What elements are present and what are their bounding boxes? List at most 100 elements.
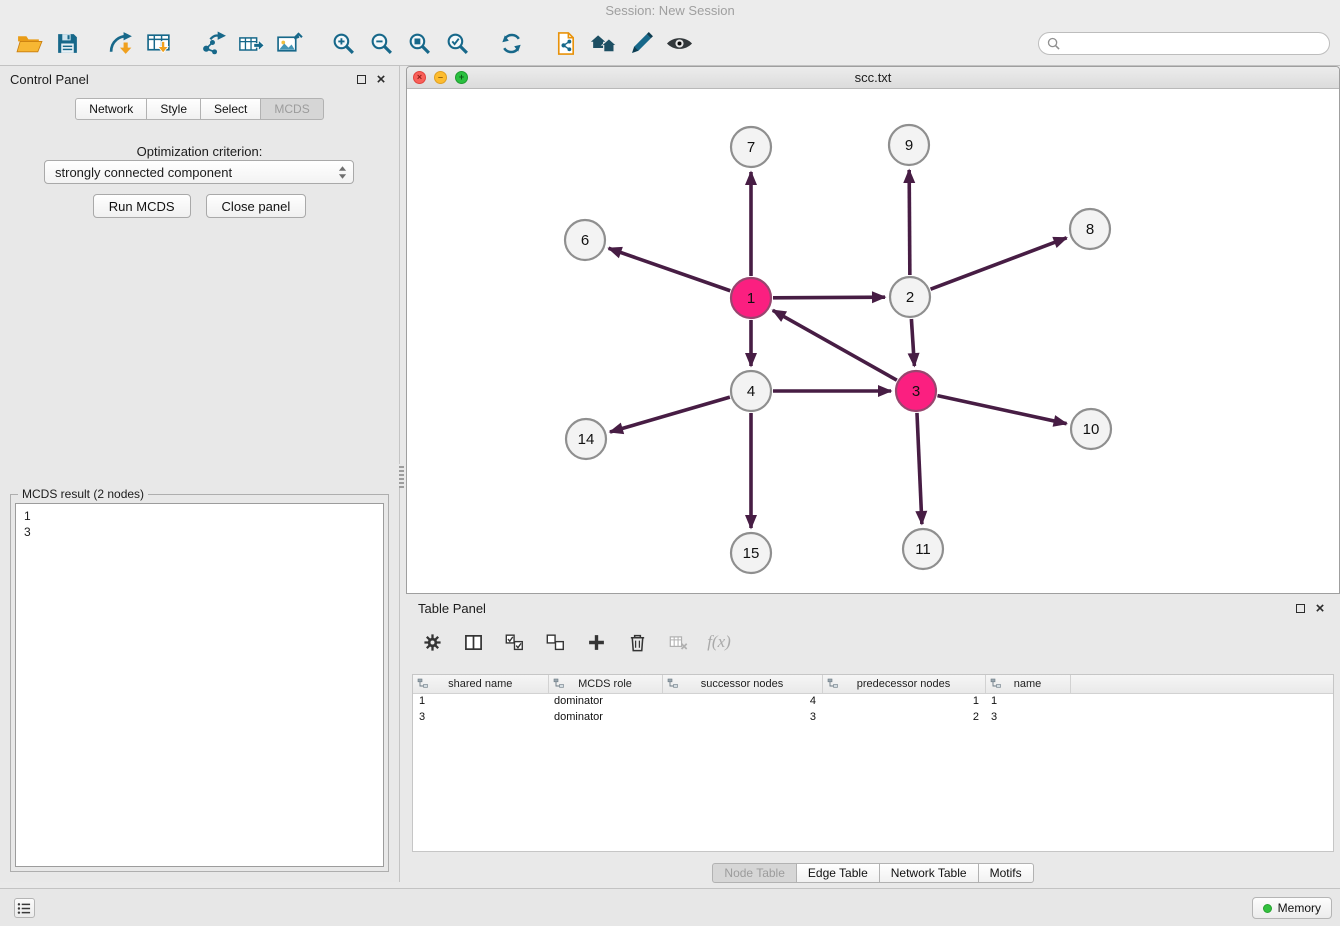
table-row[interactable]: 1dominator411 (413, 693, 1333, 709)
main-toolbar (0, 22, 1340, 66)
open-folder-icon[interactable] (10, 26, 48, 62)
float-panel-icon[interactable] (353, 71, 369, 87)
window-title: Session: New Session (0, 0, 1340, 22)
column-header-name[interactable]: name (985, 675, 1070, 693)
zoom-out-icon[interactable] (362, 26, 400, 62)
graph-node-3[interactable]: 3 (896, 371, 936, 411)
search-input[interactable] (1065, 37, 1321, 51)
status-bar: Memory (0, 888, 1340, 926)
tab-select[interactable]: Select (200, 98, 261, 120)
graph-node-1[interactable]: 1 (731, 278, 771, 318)
run-mcds-button[interactable]: Run MCDS (93, 194, 191, 218)
cell-shared_name[interactable]: 1 (413, 693, 548, 709)
cell-successor_nodes[interactable]: 4 (662, 693, 822, 709)
column-header-predecessor_nodes[interactable]: predecessor nodes (822, 675, 985, 693)
node-table-body: 1dominator4113dominator323 (413, 693, 1333, 725)
export-table-icon[interactable] (232, 26, 270, 62)
edge-2-8[interactable] (931, 238, 1067, 289)
graph-node-8[interactable]: 8 (1070, 209, 1110, 249)
sort-icon (553, 678, 565, 692)
search-field[interactable] (1038, 32, 1330, 55)
tab-motifs[interactable]: Motifs (978, 863, 1034, 883)
edge-1-6[interactable] (609, 248, 731, 290)
cell-successor_nodes[interactable]: 3 (662, 709, 822, 725)
memory-button[interactable]: Memory (1252, 897, 1332, 919)
tab-network[interactable]: Network (75, 98, 147, 120)
zoom-window-icon[interactable]: + (455, 71, 468, 84)
edge-3-11[interactable] (917, 413, 922, 524)
close-panel-icon[interactable]: × (373, 71, 389, 87)
graph-node-7[interactable]: 7 (731, 127, 771, 167)
tab-mcds[interactable]: MCDS (260, 98, 323, 120)
apply-style-icon[interactable] (622, 26, 660, 62)
cell-shared_name[interactable]: 3 (413, 709, 548, 725)
cell-mcds_role[interactable]: dominator (548, 693, 662, 709)
edge-4-14[interactable] (610, 397, 730, 432)
delete-table-icon[interactable] (666, 630, 690, 654)
export-image-icon[interactable] (270, 26, 308, 62)
edge-1-2[interactable] (773, 297, 885, 298)
node-table[interactable]: shared name MCDS role successor nodesprede… (412, 674, 1334, 852)
vertical-splitter-handle[interactable] (399, 464, 404, 488)
show-columns-icon[interactable] (461, 630, 485, 654)
tab-node-table[interactable]: Node Table (712, 863, 797, 883)
import-network-icon[interactable] (102, 26, 140, 62)
export-network-icon[interactable] (194, 26, 232, 62)
cell-name[interactable]: 3 (985, 709, 1070, 725)
svg-text:15: 15 (743, 545, 760, 562)
mcds-result-groupbox: MCDS result (2 nodes) 13 (10, 494, 389, 872)
float-table-panel-icon[interactable] (1292, 600, 1308, 616)
add-row-icon[interactable] (584, 630, 608, 654)
edge-2-9[interactable] (909, 170, 910, 275)
column-header-mcds_role[interactable]: MCDS role (548, 675, 662, 693)
import-table-icon[interactable] (140, 26, 178, 62)
refresh-view-icon[interactable] (492, 26, 530, 62)
graph-node-15[interactable]: 15 (731, 533, 771, 573)
control-panel-header: Control Panel × (0, 66, 399, 92)
graph-node-4[interactable]: 4 (731, 371, 771, 411)
cell-predecessor_nodes[interactable]: 1 (822, 693, 985, 709)
cell-predecessor_nodes[interactable]: 2 (822, 709, 985, 725)
graph-node-9[interactable]: 9 (889, 125, 929, 165)
show-graphics-icon[interactable] (660, 26, 698, 62)
mcds-result-list: 13 (15, 503, 384, 867)
tab-edge-table[interactable]: Edge Table (796, 863, 880, 883)
zoom-fit-icon[interactable] (400, 26, 438, 62)
criterion-dropdown[interactable]: strongly connected component (44, 160, 354, 184)
zoom-selected-icon[interactable] (438, 26, 476, 62)
table-row[interactable]: 3dominator323 (413, 709, 1333, 725)
zoom-in-icon[interactable] (324, 26, 362, 62)
graph-node-2[interactable]: 2 (890, 277, 930, 317)
save-session-icon[interactable] (48, 26, 86, 62)
cell-name[interactable]: 1 (985, 693, 1070, 709)
network-graph[interactable]: 7 9 6 8 1 2 4 3 14 10 15 11 (407, 89, 1339, 593)
close-table-panel-icon[interactable]: × (1312, 600, 1328, 616)
graph-node-10[interactable]: 10 (1071, 409, 1111, 449)
edge-3-10[interactable] (937, 396, 1066, 424)
tab-network-table[interactable]: Network Table (879, 863, 979, 883)
first-neighbors-icon[interactable] (584, 26, 622, 62)
clone-network-icon[interactable] (546, 26, 584, 62)
graph-node-6[interactable]: 6 (565, 220, 605, 260)
minimize-window-icon[interactable]: – (434, 71, 447, 84)
column-label: MCDS role (578, 678, 632, 690)
table-settings-gear-icon[interactable] (420, 630, 444, 654)
close-panel-button[interactable]: Close panel (206, 194, 307, 218)
delete-rows-icon[interactable] (625, 630, 649, 654)
cell-mcds_role[interactable]: dominator (548, 709, 662, 725)
cell-filler (1070, 709, 1333, 725)
select-all-columns-icon[interactable] (502, 630, 526, 654)
svg-text:8: 8 (1086, 221, 1094, 238)
network-canvas[interactable]: 7 9 6 8 1 2 4 3 14 10 15 11 (407, 89, 1339, 593)
column-header-shared_name[interactable]: shared name (413, 675, 548, 693)
tab-style[interactable]: Style (146, 98, 201, 120)
unselect-all-columns-icon[interactable] (543, 630, 567, 654)
close-window-icon[interactable]: × (413, 71, 426, 84)
status-menu-button[interactable] (14, 898, 35, 918)
graph-node-11[interactable]: 11 (903, 529, 943, 569)
column-header-successor_nodes[interactable]: successor nodes (662, 675, 822, 693)
graph-node-14[interactable]: 14 (566, 419, 606, 459)
apply-function-icon[interactable]: f(x) (707, 630, 731, 654)
edge-3-1[interactable] (773, 310, 897, 380)
edge-2-3[interactable] (911, 319, 914, 366)
